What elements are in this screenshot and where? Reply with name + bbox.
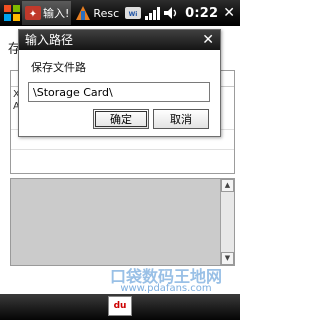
taskbar-close-icon[interactable]: ✕ (223, 5, 235, 21)
input-path-dialog: 输入路径 ✕ 保存文件路 确定 取消 (18, 29, 221, 137)
taskbar-tab-input[interactable]: ✦ 输入! (22, 1, 72, 25)
cancel-button[interactable]: 取消 (153, 109, 209, 129)
path-field-label: 保存文件路 (31, 61, 86, 74)
taskbar-tab-rescue[interactable]: Resc (72, 1, 121, 25)
wifi-icon[interactable]: Wi (124, 4, 142, 22)
ok-button[interactable]: 确定 (93, 109, 149, 129)
scroll-down-icon[interactable]: ▼ (221, 252, 234, 265)
dialog-close-icon[interactable]: ✕ (202, 30, 214, 50)
path-input[interactable] (28, 82, 210, 102)
taskbar-tab-input-label: 输入! (43, 7, 70, 20)
input-app-icon: ✦ (24, 4, 42, 22)
start-menu-icon[interactable] (3, 4, 21, 22)
volume-icon[interactable] (162, 4, 180, 22)
input-panel-button[interactable]: du (108, 296, 132, 316)
signal-icon[interactable] (143, 4, 161, 22)
vertical-scrollbar[interactable]: ▲ ▼ (220, 179, 234, 265)
rescue-app-icon (74, 4, 92, 22)
background-divider (11, 149, 234, 150)
scroll-up-icon[interactable]: ▲ (221, 179, 234, 192)
taskbar-tab-rescue-label: Resc (93, 6, 120, 20)
taskbar: ✦ 输入! Resc Wi 0:22 ✕ (0, 0, 240, 26)
watermark: 口袋数码王地网 www.pdafans.com (92, 269, 240, 294)
clock[interactable]: 0:22 (185, 6, 218, 21)
dialog-title-bar: 输入路径 ✕ (19, 30, 220, 50)
dialog-title: 输入路径 (25, 33, 74, 47)
background-list[interactable]: ▲ ▼ (10, 178, 235, 266)
svg-text:✦: ✦ (29, 9, 37, 20)
svg-text:Wi: Wi (129, 11, 138, 18)
input-panel-label: du (113, 301, 127, 311)
